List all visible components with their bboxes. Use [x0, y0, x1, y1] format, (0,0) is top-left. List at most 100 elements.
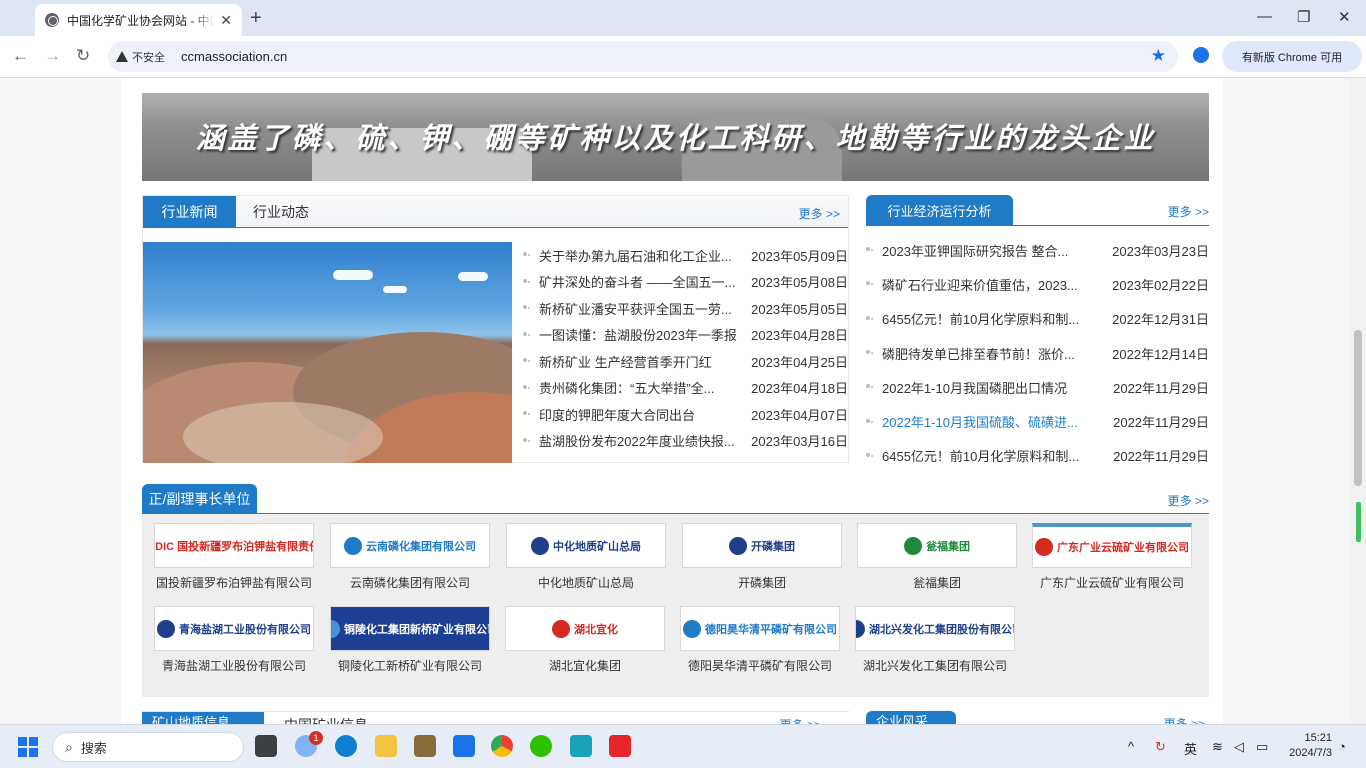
news-item-title[interactable]: 印度的钾肥年度大合同出台 — [539, 405, 748, 424]
tray-chevron-icon[interactable]: ^ — [1128, 739, 1134, 754]
member-card[interactable]: 湖北兴发化工集团股份有限公司湖北兴发化工集团有限公司 — [855, 606, 1015, 674]
member-logo[interactable]: 中化地质矿山总局 — [506, 523, 666, 568]
member-card[interactable]: 铜陵化工集团新桥矿业有限公司 铜陵化工新桥矿业有限公司 — [330, 606, 490, 674]
browser-tab[interactable]: 中国化学矿业协会网站 - 中国化 ✕ — [35, 4, 242, 36]
member-name[interactable]: 瓮福集团 — [857, 574, 1017, 591]
address-bar[interactable]: 不安全 ccmassociation.cn ★ — [108, 41, 1178, 72]
ime-indicator[interactable]: 英 — [1184, 739, 1197, 758]
member-name[interactable]: 铜陵化工新桥矿业有限公司 — [330, 657, 490, 674]
analysis-item[interactable]: 磷肥待发单已排至春节前！涨价... 2022年12月14日 — [866, 336, 1209, 370]
analysis-item-title[interactable]: 2023年亚钾国际研究报告 整合... — [882, 241, 1109, 260]
windows-start-icon[interactable] — [18, 737, 38, 757]
member-card[interactable]: 瓮福集团 瓮福集团 — [857, 523, 1017, 591]
member-name[interactable]: 中化地质矿山总局 — [506, 574, 666, 591]
news-item-title[interactable]: 贵州磷化集团：“五大举措”全... — [539, 378, 748, 397]
security-indicator[interactable]: 不安全 — [116, 49, 173, 65]
member-name[interactable]: 青海盐湖工业股份有限公司 — [154, 657, 314, 674]
news-more-link[interactable]: 更多 >> — [799, 205, 840, 222]
member-name[interactable]: 云南磷化集团有限公司 — [330, 574, 490, 591]
member-logo[interactable]: 青海盐湖工业股份有限公司 — [154, 606, 314, 651]
member-name[interactable]: 湖北宜化集团 — [505, 657, 665, 674]
reload-icon[interactable]: ↻ — [76, 46, 90, 66]
member-logo[interactable]: 广东广业云硫矿业有限公司 — [1032, 523, 1192, 568]
news-photo-mine[interactable] — [143, 242, 512, 463]
analysis-item-title[interactable]: 磷矿石行业迎来价值重估，2023... — [882, 275, 1109, 294]
new-tab-button[interactable]: + — [250, 7, 262, 30]
member-logo[interactable]: SDIC 国投新疆罗布泊钾盐有限责任公司 — [154, 523, 314, 568]
analysis-item[interactable]: 6455亿元！前10月化学原料和制... 2022年11月29日 — [866, 439, 1209, 473]
wps-icon[interactable] — [609, 735, 631, 757]
file-explorer-icon[interactable] — [375, 735, 397, 757]
chrome-update-button[interactable]: 有新版 Chrome 可用 — [1222, 41, 1362, 72]
analysis-item[interactable]: 2022年1-10月我国磷肥出口情况 2022年11月29日 — [866, 370, 1209, 404]
scrollbar-thumb[interactable] — [1354, 330, 1362, 486]
url-text[interactable]: ccmassociation.cn — [173, 49, 287, 64]
notification-bell-icon[interactable]: ◔ — [1338, 739, 1346, 754]
member-logo[interactable]: 湖北兴发化工集团股份有限公司 — [855, 606, 1015, 651]
minimize-button[interactable]: — — [1257, 8, 1272, 25]
tab-close-button[interactable]: ✕ — [220, 12, 232, 29]
sync-icon[interactable]: ↻ — [1155, 739, 1166, 755]
member-name[interactable]: 广东广业云硫矿业有限公司 — [1032, 574, 1192, 591]
taskbar-search[interactable]: ⌕ 搜索 — [52, 732, 244, 762]
analysis-item-title[interactable]: 6455亿元！前10月化学原料和制... — [882, 309, 1109, 328]
close-window-button[interactable]: ✕ — [1338, 8, 1351, 26]
tab-economic-analysis[interactable]: 行业经济运行分析 — [866, 195, 1013, 226]
p-app-icon[interactable] — [453, 735, 475, 757]
member-logo[interactable]: 德阳昊华清平磷矿有限公司 — [680, 606, 840, 651]
mining-more-link[interactable]: 更多 >> — [780, 716, 821, 724]
member-card[interactable]: 云南磷化集团有限公司 云南磷化集团有限公司 — [330, 523, 490, 591]
member-card[interactable]: 中化地质矿山总局 中化地质矿山总局 — [506, 523, 666, 591]
task-view-icon[interactable] — [255, 735, 277, 757]
tab-industry-trends[interactable]: 行业动态 — [253, 196, 309, 228]
analysis-item-title[interactable]: 磷肥待发单已排至春节前！涨价... — [882, 344, 1109, 363]
analysis-item[interactable]: 磷矿石行业迎来价值重估，2023... 2023年02月22日 — [866, 267, 1209, 301]
news-item-title[interactable]: 关于举办第九届石油和化工企业... — [539, 246, 748, 265]
tab-enterprise[interactable]: 企业风采 — [866, 711, 956, 724]
analysis-item-title[interactable]: 6455亿元！前10月化学原料和制... — [882, 446, 1109, 465]
sublime-icon[interactable] — [414, 735, 436, 757]
member-card[interactable]: 湖北宜化湖北宜化集团 — [505, 606, 665, 674]
news-item-title[interactable]: 新桥矿业 生产经营首季开门红 — [539, 352, 748, 371]
news-item-title[interactable]: 一图读懂：盐湖股份2023年一季报 — [539, 325, 748, 344]
chrome-icon[interactable] — [491, 735, 513, 757]
member-name[interactable]: 德阳昊华清平磷矿有限公司 — [680, 657, 840, 674]
member-card[interactable]: 德阳昊华清平磷矿有限公司 德阳昊华清平磷矿有限公司 — [680, 606, 840, 674]
analysis-item-title[interactable]: 2022年1-10月我国硫酸、硫磺进... — [882, 412, 1109, 431]
analysis-item-title[interactable]: 2022年1-10月我国磷肥出口情况 — [882, 378, 1109, 397]
member-name[interactable]: 湖北兴发化工集团有限公司 — [855, 657, 1015, 674]
member-name[interactable]: 开磷集团 — [682, 574, 842, 591]
member-card[interactable]: SDIC 国投新疆罗布泊钾盐有限责任公司国投新疆罗布泊钾盐有限公司 — [154, 523, 314, 591]
member-card[interactable]: 青海盐湖工业股份有限公司 青海盐湖工业股份有限公司 — [154, 606, 314, 674]
news-item[interactable]: 印度的钾肥年度大合同出台 2023年04月07日 — [523, 401, 848, 428]
analysis-more-link[interactable]: 更多 >> — [1168, 203, 1209, 220]
analysis-item[interactable]: 2023年亚钾国际研究报告 整合... 2023年03月23日 — [866, 233, 1209, 267]
news-item[interactable]: 新桥矿业 生产经营首季开门红 2023年04月25日 — [523, 348, 848, 375]
analysis-item[interactable]: 6455亿元！前10月化学原料和制... 2022年12月31日 — [866, 302, 1209, 336]
member-logo[interactable]: 开磷集团 — [682, 523, 842, 568]
volume-icon[interactable]: ◁ — [1234, 739, 1244, 755]
news-item-title[interactable]: 新桥矿业潘安平获评全国五一劳... — [539, 299, 748, 318]
member-name[interactable]: 国投新疆罗布泊钾盐有限公司 — [154, 574, 314, 591]
member-logo[interactable]: 瓮福集团 — [857, 523, 1017, 568]
news-item[interactable]: 一图读懂：盐湖股份2023年一季报 2023年04月28日 — [523, 322, 848, 349]
forward-arrow-icon[interactable]: → — [44, 46, 61, 66]
battery-icon[interactable]: ▭ — [1256, 739, 1268, 755]
tab-china-mining[interactable]: 中国矿业信息 — [284, 715, 368, 724]
news-item[interactable]: 盐湖股份发布2022年度业绩快报... 2023年03月16日 — [523, 428, 848, 455]
analysis-item-hovered[interactable]: 2022年1-10月我国硫酸、硫磺进... 2022年11月29日 — [866, 404, 1209, 438]
news-item[interactable]: 关于举办第九届石油和化工企业... 2023年05月09日 — [523, 242, 848, 269]
bookmark-star-icon[interactable]: ★ — [1151, 46, 1166, 66]
member-logo[interactable]: 湖北宜化 — [505, 606, 665, 651]
news-item[interactable]: 矿井深处的奋斗者 ——全国五一... 2023年05月08日 — [523, 269, 848, 296]
news-item[interactable]: 贵州磷化集团：“五大举措”全... 2023年04月18日 — [523, 375, 848, 402]
members-more-link[interactable]: 更多 >> — [1168, 492, 1209, 509]
page-scrollbar[interactable] — [1350, 78, 1366, 724]
edge-icon[interactable] — [335, 735, 357, 757]
member-card[interactable]: 开磷集团 开磷集团 — [682, 523, 842, 591]
back-arrow-icon[interactable]: ← — [12, 46, 29, 66]
tab-mining-geology[interactable]: 矿山地质信息 — [142, 712, 264, 724]
tab-council-members[interactable]: 正/副理事长单位 — [142, 484, 257, 514]
wifi-icon[interactable]: ≋ — [1212, 739, 1223, 755]
tab-industry-news[interactable]: 行业新闻 — [143, 196, 236, 228]
